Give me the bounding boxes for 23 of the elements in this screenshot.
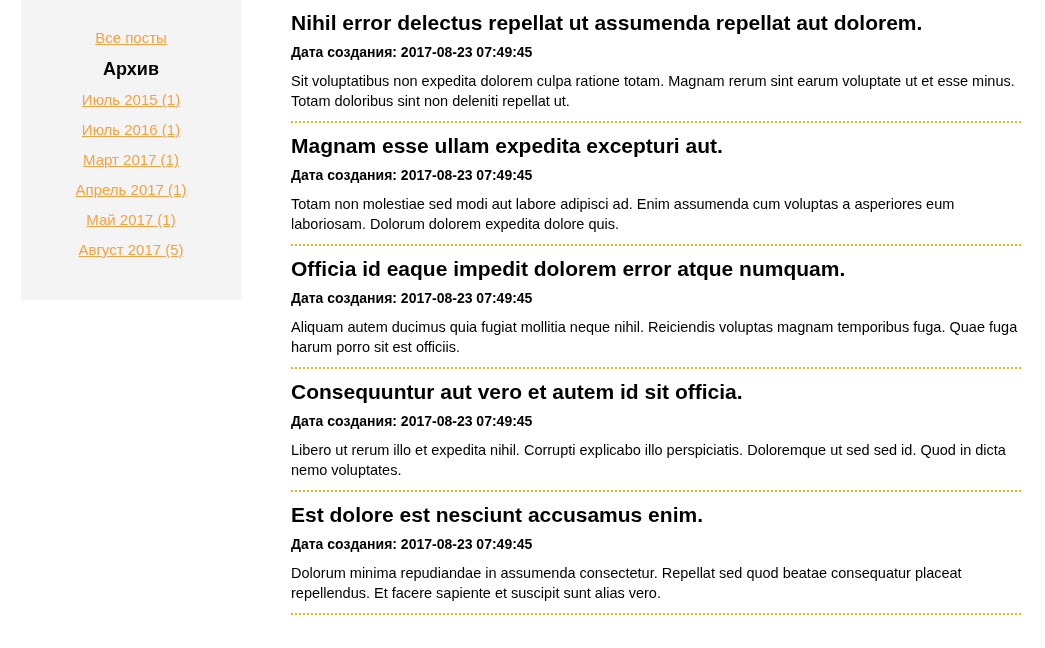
- post-date: Дата создания: 2017-08-23 07:49:45: [291, 166, 534, 184]
- archive-link[interactable]: Июль 2015 (1): [81, 90, 181, 110]
- archive-link[interactable]: Июль 2016 (1): [81, 120, 181, 140]
- post-date: Дата создания: 2017-08-23 07:49:45: [291, 289, 534, 307]
- post-title: Officia id eaque impedit dolorem error atque numquam.: [291, 256, 847, 282]
- archive-link[interactable]: Май 2017 (1): [86, 210, 176, 230]
- post-title: Magnam esse ullam expedita excepturi aut.: [291, 133, 724, 159]
- post-date: Дата создания: 2017-08-23 07:49:45: [291, 43, 534, 61]
- post-text: Totam non molestiae sed modi aut labore adipisci ad. Enim assumenda cum voluptas a asperiores eum laboriosam. Dolorum dolorem expedita dolore quis.: [291, 195, 956, 234]
- archive-heading: Архив: [103, 58, 159, 80]
- post-date: Дата создания: 2017-08-23 07:49:45: [291, 535, 534, 553]
- all-posts-link[interactable]: Все посты: [95, 28, 167, 48]
- post-text: Sit voluptatibus non expedita dolorem culpa ratione totam. Magnam rerum sint earum voluptate ut et esse minus. Totam doloribus sint non deleniti repellat ut.: [291, 72, 1016, 111]
- post-date: Дата создания: 2017-08-23 07:49:45: [291, 412, 534, 430]
- archive-link[interactable]: Март 2017 (1): [83, 150, 179, 170]
- post-text: Aliquam autem ducimus quia fugiat mollitia neque nihil. Reiciendis voluptas magnam temporibus fuga. Quae fuga harum porro sit est officiis.: [291, 318, 1019, 357]
- archive-link[interactable]: Апрель 2017 (1): [75, 180, 187, 200]
- post-text: Libero ut rerum illo et expedita nihil. Corrupti explicabo illo perspiciatis. Doloremque ut sed sed id. Quod in dicta nemo voluptates.: [291, 441, 1007, 480]
- post-text: Dolorum minima repudiandae in assumenda consectetur. Repellat sed quod beatae consequatur placeat repellendus. Et facere sapiente et suscipit sunt alias vero.: [291, 564, 963, 603]
- archive-link[interactable]: Август 2017 (5): [78, 240, 184, 260]
- post-title: Est dolore est nesciunt accusamus enim.: [291, 502, 704, 528]
- post-title: Nihil error delectus repellat ut assumenda repellat aut dolorem.: [291, 10, 924, 36]
- post-title: Consequuntur aut vero et autem id sit officia.: [291, 379, 744, 405]
